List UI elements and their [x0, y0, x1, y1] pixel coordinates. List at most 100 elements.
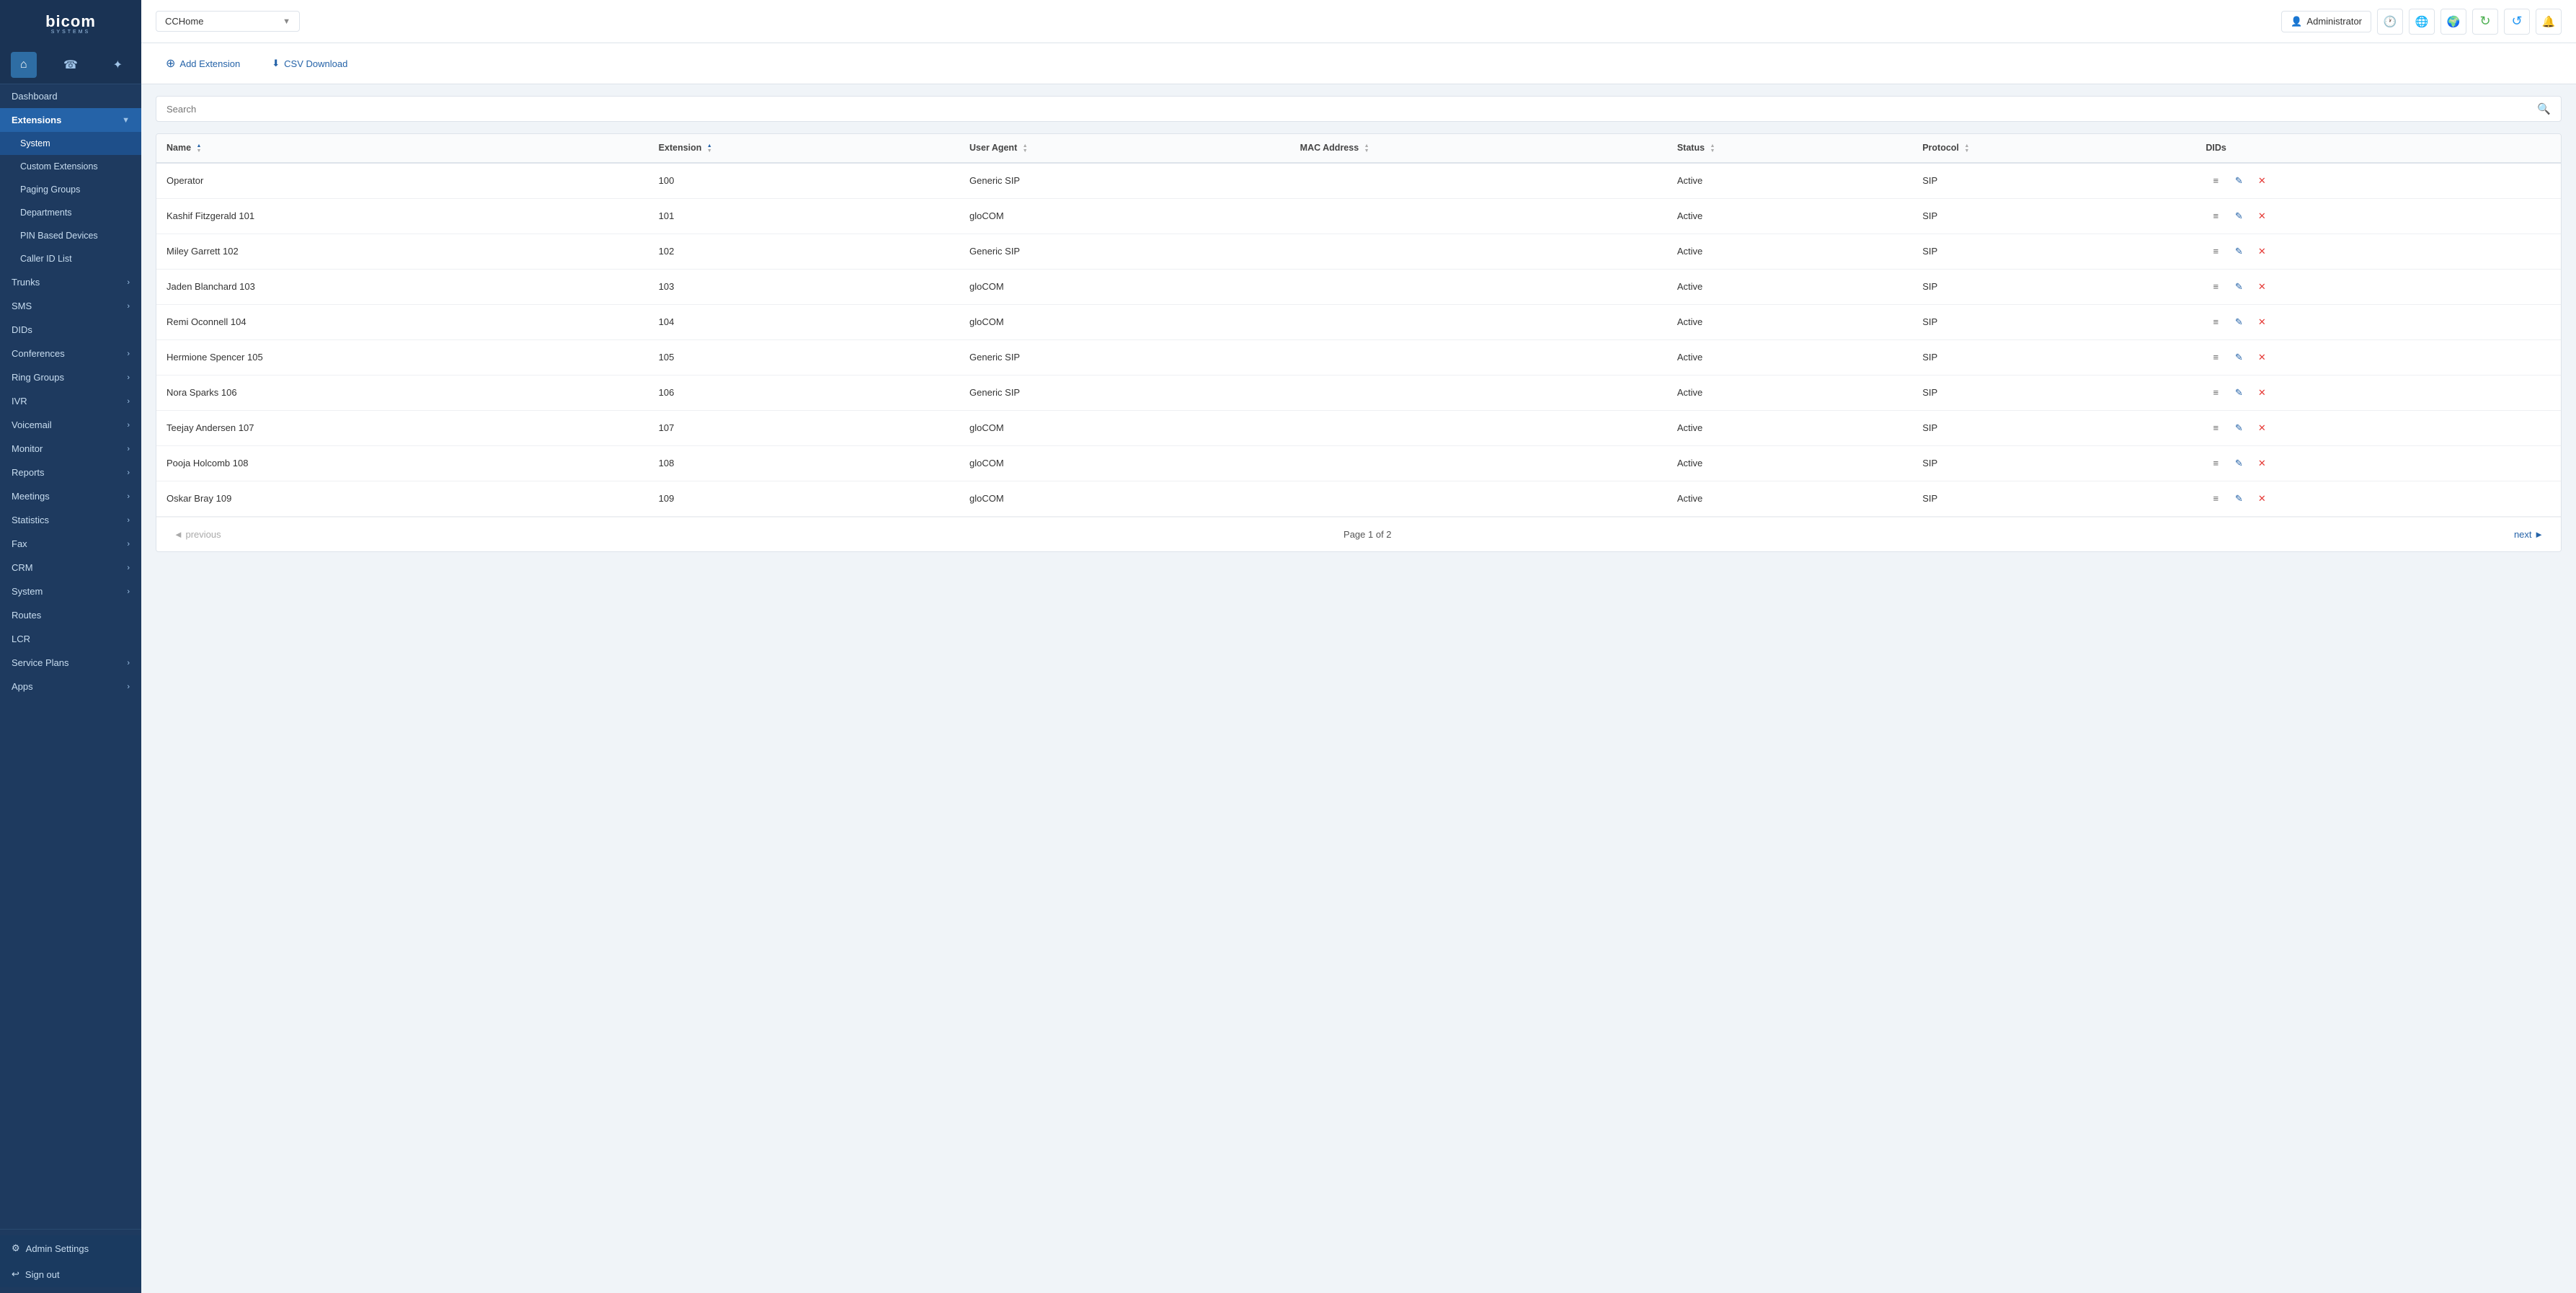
sidebar-item-caller-id-list[interactable]: Caller ID List [0, 247, 141, 270]
cell-user-agent: Generic SIP [959, 375, 1290, 410]
table-row: Oskar Bray 109 109 gloCOM Active SIP ≡ ✎… [156, 481, 2561, 516]
edit-action-button[interactable]: ✎ [2229, 347, 2249, 368]
sidebar-item-lcr[interactable]: LCR [0, 627, 141, 651]
col-status[interactable]: Status ▲▼ [1667, 134, 1912, 163]
list-action-button[interactable]: ≡ [2206, 241, 2226, 262]
sidebar-item-meetings[interactable]: Meetings › [0, 484, 141, 508]
list-action-button[interactable]: ≡ [2206, 347, 2226, 368]
admin-settings-button[interactable]: ⚙ Admin Settings [0, 1235, 141, 1261]
bell-button[interactable]: 🔔 [2536, 9, 2562, 35]
sidebar-item-label: LCR [12, 634, 30, 644]
list-action-button[interactable]: ≡ [2206, 418, 2226, 438]
sidebar-item-system[interactable]: System [0, 132, 141, 155]
delete-action-button[interactable]: ✕ [2252, 241, 2272, 262]
home-icon-btn[interactable]: ⌂ [11, 52, 37, 78]
clock-button[interactable]: 🕐 [2377, 9, 2403, 35]
sidebar-item-label: DIDs [12, 324, 32, 335]
sidebar-item-pin-based-devices[interactable]: PIN Based Devices [0, 224, 141, 247]
network-icon-btn[interactable]: ✦ [105, 52, 130, 78]
edit-action-button[interactable]: ✎ [2229, 489, 2249, 509]
list-action-button[interactable]: ≡ [2206, 312, 2226, 332]
sidebar-item-monitor[interactable]: Monitor › [0, 437, 141, 461]
cell-protocol: SIP [1912, 269, 2195, 304]
edit-action-button[interactable]: ✎ [2229, 171, 2249, 191]
list-action-button[interactable]: ≡ [2206, 171, 2226, 191]
col-extension[interactable]: Extension ▲▼ [649, 134, 959, 163]
sidebar-item-label: Extensions [12, 115, 61, 125]
sidebar-item-departments[interactable]: Departments [0, 201, 141, 224]
sidebar-item-conferences[interactable]: Conferences › [0, 342, 141, 365]
col-protocol[interactable]: Protocol ▲▼ [1912, 134, 2195, 163]
sidebar-item-label: Meetings [12, 491, 50, 502]
sidebar: bicom SYSTEMS ⌂ ☎ ✦ Dashboard Extensions… [0, 0, 141, 1293]
sidebar-item-service-plans[interactable]: Service Plans › [0, 651, 141, 675]
sidebar-item-trunks[interactable]: Trunks › [0, 270, 141, 294]
delete-action-button[interactable]: ✕ [2252, 171, 2272, 191]
cell-extension: 102 [649, 234, 959, 269]
edit-action-button[interactable]: ✎ [2229, 206, 2249, 226]
list-action-button[interactable]: ≡ [2206, 383, 2226, 403]
refresh-green-button[interactable]: ↻ [2472, 9, 2498, 35]
page-indicator: Page 1 of 2 [1343, 529, 1392, 540]
edit-action-button[interactable]: ✎ [2229, 383, 2249, 403]
delete-action-button[interactable]: ✕ [2252, 418, 2272, 438]
col-user-agent[interactable]: User Agent ▲▼ [959, 134, 1290, 163]
delete-action-button[interactable]: ✕ [2252, 489, 2272, 509]
edit-action-button[interactable]: ✎ [2229, 418, 2249, 438]
cell-user-agent: gloCOM [959, 198, 1290, 234]
sidebar-item-extensions[interactable]: Extensions ▼ [0, 108, 141, 132]
prev-page-button[interactable]: ◄ previous [168, 526, 227, 543]
sidebar-item-dashboard[interactable]: Dashboard [0, 84, 141, 108]
delete-action-button[interactable]: ✕ [2252, 312, 2272, 332]
delete-action-button[interactable]: ✕ [2252, 383, 2272, 403]
list-action-button[interactable]: ≡ [2206, 453, 2226, 474]
col-mac-address[interactable]: MAC Address ▲▼ [1290, 134, 1667, 163]
next-page-button[interactable]: next ► [2508, 526, 2549, 543]
add-extension-button[interactable]: ⊕ Add Extension [156, 52, 250, 75]
sign-out-button[interactable]: ↩ Sign out [0, 1261, 141, 1287]
edit-action-button[interactable]: ✎ [2229, 312, 2249, 332]
globe-button[interactable]: 🌐 [2409, 9, 2435, 35]
search-input[interactable] [166, 104, 2531, 115]
edit-action-button[interactable]: ✎ [2229, 277, 2249, 297]
delete-action-button[interactable]: ✕ [2252, 277, 2272, 297]
cell-status: Active [1667, 234, 1912, 269]
sidebar-item-label: Voicemail [12, 419, 52, 430]
sidebar-item-system2[interactable]: System › [0, 579, 141, 603]
sidebar-item-paging-groups[interactable]: Paging Groups [0, 178, 141, 201]
sidebar-item-routes[interactable]: Routes [0, 603, 141, 627]
delete-action-button[interactable]: ✕ [2252, 453, 2272, 474]
sidebar-item-apps[interactable]: Apps › [0, 675, 141, 698]
sidebar-item-sms[interactable]: SMS › [0, 294, 141, 318]
delete-action-button[interactable]: ✕ [2252, 206, 2272, 226]
sidebar-item-label: PIN Based Devices [20, 231, 98, 241]
sidebar-item-voicemail[interactable]: Voicemail › [0, 413, 141, 437]
list-action-button[interactable]: ≡ [2206, 277, 2226, 297]
list-action-button[interactable]: ≡ [2206, 206, 2226, 226]
sidebar-item-reports[interactable]: Reports › [0, 461, 141, 484]
sidebar-item-crm[interactable]: CRM › [0, 556, 141, 579]
refresh-blue-button[interactable]: ↺ [2504, 9, 2530, 35]
csv-download-label: CSV Download [284, 58, 347, 69]
cell-status: Active [1667, 339, 1912, 375]
csv-download-button[interactable]: ⬇ CSV Download [262, 53, 357, 74]
domain-selector[interactable]: CCHome ▼ [156, 11, 300, 32]
list-action-button[interactable]: ≡ [2206, 489, 2226, 509]
sidebar-item-statistics[interactable]: Statistics › [0, 508, 141, 532]
edit-action-button[interactable]: ✎ [2229, 453, 2249, 474]
sidebar-item-label: Monitor [12, 443, 43, 454]
sidebar-item-ring-groups[interactable]: Ring Groups › [0, 365, 141, 389]
col-name[interactable]: Name ▲▼ [156, 134, 649, 163]
phone-icon-btn[interactable]: ☎ [58, 52, 84, 78]
sidebar-item-fax[interactable]: Fax › [0, 532, 141, 556]
pagination: ◄ previous Page 1 of 2 next ► [156, 517, 2561, 551]
delete-action-button[interactable]: ✕ [2252, 347, 2272, 368]
sidebar-item-label: Paging Groups [20, 185, 80, 195]
sidebar-item-custom-extensions[interactable]: Custom Extensions [0, 155, 141, 178]
header: CCHome ▼ 👤 Administrator 🕐 🌐 🌍 ↻ ↺ 🔔 [141, 0, 2576, 43]
sidebar-item-ivr[interactable]: IVR › [0, 389, 141, 413]
sidebar-item-dids[interactable]: DIDs [0, 318, 141, 342]
edit-action-button[interactable]: ✎ [2229, 241, 2249, 262]
world-button[interactable]: 🌍 [2440, 9, 2466, 35]
admin-badge[interactable]: 👤 Administrator [2281, 11, 2371, 32]
